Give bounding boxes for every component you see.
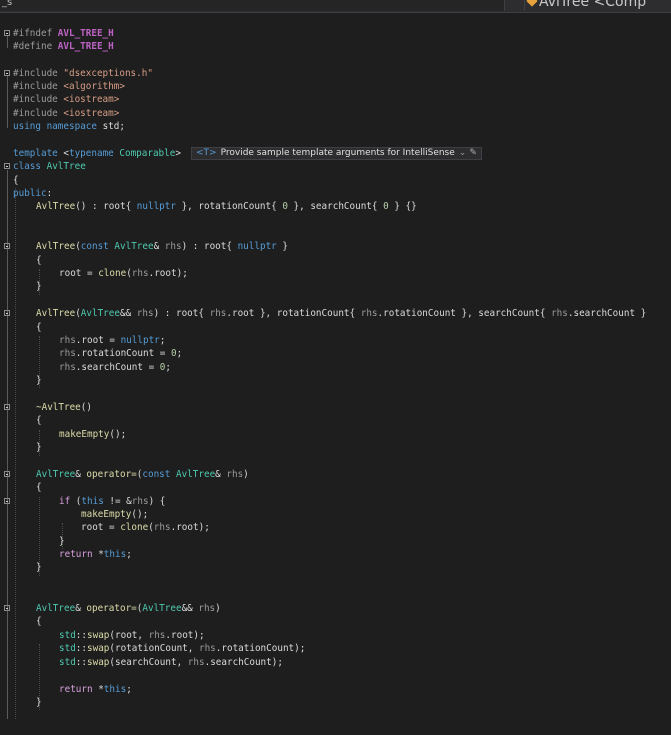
code-line-19: root = clone(rhs.root); [59, 268, 188, 279]
fold-toggle-icon[interactable] [4, 404, 10, 410]
code-line-37: makeEmpty(); [81, 509, 149, 520]
tab-left-label: _s [2, 0, 13, 8]
code-line-51: } [36, 697, 42, 708]
code-line-46: std::swap(root, rhs.root); [59, 630, 205, 641]
chevron-down-icon[interactable]: ⌄ [459, 148, 467, 158]
fold-toggle-icon[interactable] [4, 30, 10, 36]
code-line-48: std::swap(searchCount, rhs.searchCount); [59, 657, 283, 668]
fold-toggle-icon[interactable] [4, 310, 10, 316]
code-line-45: { [36, 616, 42, 627]
tab-avltree[interactable]: AvlTree <Comp [524, 0, 671, 11]
pencil-icon [526, 0, 538, 7]
code-line-35: { [36, 482, 42, 493]
code-line-25: rhs.rotationCount = 0; [59, 348, 183, 359]
code-line-36: if (this != &rhs) { [0, 495, 671, 508]
code-line-2: #define AVL_TREE_H [13, 41, 114, 52]
intellisense-template-hint[interactable]: <T> Provide sample template arguments for… [191, 147, 482, 160]
code-line-39: } [59, 536, 65, 547]
code-line-4: #include "dsexceptions.h" [0, 67, 671, 80]
fold-toggle-icon[interactable] [4, 471, 10, 477]
code-line-29: ~AvlTree() [0, 401, 671, 414]
tab-strip: _s AvlTree <Comp [0, 0, 671, 13]
code-line-40: return *this; [59, 549, 132, 560]
code-line-41: } [36, 562, 42, 573]
code-line-47: std::swap(rotationCount, rhs.rotationCou… [59, 643, 306, 654]
code-line-22: AvlTree(AvlTree&& rhs) : root{ rhs.root … [0, 307, 671, 320]
code-line-18: { [36, 255, 42, 266]
fold-toggle-icon[interactable] [4, 243, 10, 249]
code-line-12: { [13, 175, 19, 186]
hint-text: Provide sample template arguments for In… [220, 148, 455, 158]
code-line-17: AvlTree(const AvlTree& rhs) : root{ null… [0, 240, 671, 253]
fold-toggle-icon[interactable] [4, 70, 10, 76]
code-line-34: AvlTree& operator=(const AvlTree& rhs) [0, 468, 671, 481]
code-line-10: template <typename Comparable> <T> Provid… [0, 147, 671, 160]
code-line-50: return *this; [59, 684, 132, 695]
fold-toggle-icon[interactable] [4, 498, 10, 504]
code-line-5: #include <algorithm> [13, 81, 125, 92]
code-line-20: } [36, 281, 42, 292]
code-line-1: #ifndef AVL_TREE_H [0, 27, 671, 40]
code-line-44: AvlTree& operator=(AvlTree&& rhs) [0, 602, 671, 615]
code-line-11: class AvlTree [0, 160, 671, 173]
fold-toggle-icon[interactable] [4, 605, 10, 611]
fold-toggle-icon[interactable] [4, 163, 10, 169]
code-line-31: makeEmpty(); [59, 429, 127, 440]
code-line-13: public: [13, 188, 53, 199]
code-line-6: #include <iostream> [13, 94, 120, 105]
code-line-23: { [36, 322, 42, 333]
code-line-8: using namespace std; [13, 121, 125, 132]
template-tag: <T> [196, 148, 217, 158]
code-line-14: AvlTree() : root{ nullptr }, rotationCou… [36, 201, 417, 212]
code-editor[interactable]: #ifndef AVL_TREE_H #define AVL_TREE_H #i… [0, 13, 671, 719]
code-line-30: { [36, 415, 42, 426]
code-line-24: rhs.root = nullptr; [59, 335, 166, 346]
code-line-27: } [36, 375, 42, 386]
code-line-26: rhs.searchCount = 0; [59, 362, 171, 373]
code-line-38: root = clone(rhs.root); [81, 522, 210, 533]
code-line-32: } [36, 442, 42, 453]
tab-avltree-label: AvlTree <Comp [539, 0, 647, 10]
tab-left[interactable]: _s [0, 0, 505, 11]
pencil-icon[interactable]: ✎ [469, 148, 477, 158]
code-line-7: #include <iostream> [13, 108, 120, 119]
